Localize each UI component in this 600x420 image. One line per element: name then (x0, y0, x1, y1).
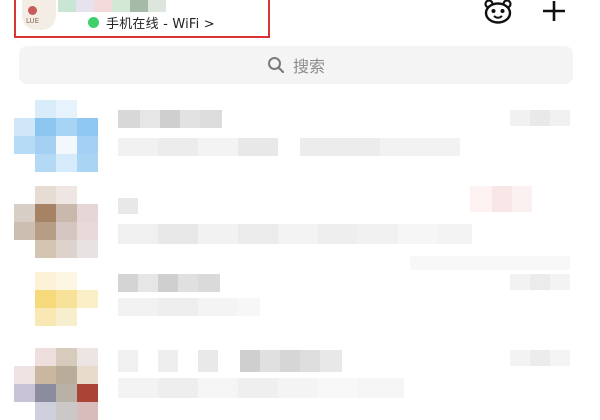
conversation-name-blurred (118, 350, 342, 372)
conversation-item[interactable] (0, 256, 600, 356)
divider-blurred (410, 256, 570, 270)
avatar-caption: LUE (26, 17, 40, 25)
search-icon (267, 57, 285, 74)
conversation-preview-blurred (118, 298, 260, 316)
conversation-time-blurred (470, 186, 532, 212)
conversation-avatar (14, 272, 98, 344)
profile-avatar[interactable]: LUE (22, 0, 56, 30)
avatar-decoration (28, 6, 37, 15)
qq-message-screen: LUE 手机在线 - WiFi > 搜索 (0, 0, 600, 420)
conversation-avatar (14, 100, 98, 172)
conversation-time-blurred (510, 110, 570, 126)
conversation-preview-blurred (118, 138, 460, 156)
conversation-item[interactable] (0, 348, 600, 420)
conversation-name-blurred (118, 274, 220, 292)
plus-icon[interactable] (540, 0, 568, 24)
search-placeholder: 搜索 (292, 57, 325, 76)
conversation-avatar (14, 186, 98, 258)
mascot-icon[interactable] (483, 0, 513, 24)
top-bar: LUE 手机在线 - WiFi > (0, 0, 600, 44)
online-status-dot (88, 16, 99, 28)
conversation-name-blurred (118, 198, 138, 214)
conversation-preview-blurred (118, 378, 404, 398)
conversation-time-blurred (510, 350, 570, 366)
conversation-name-blurred (118, 110, 222, 128)
online-status-text: 手机在线 - WiFi > (106, 16, 215, 32)
search-bar[interactable]: 搜索 (19, 46, 573, 84)
conversation-preview-blurred (118, 224, 472, 244)
conversation-time-blurred (510, 274, 570, 290)
conversation-item[interactable] (0, 100, 600, 184)
online-status[interactable]: 手机在线 - WiFi > (88, 14, 215, 32)
conversation-avatar (14, 348, 98, 420)
nickname-blurred[interactable] (58, 0, 166, 12)
